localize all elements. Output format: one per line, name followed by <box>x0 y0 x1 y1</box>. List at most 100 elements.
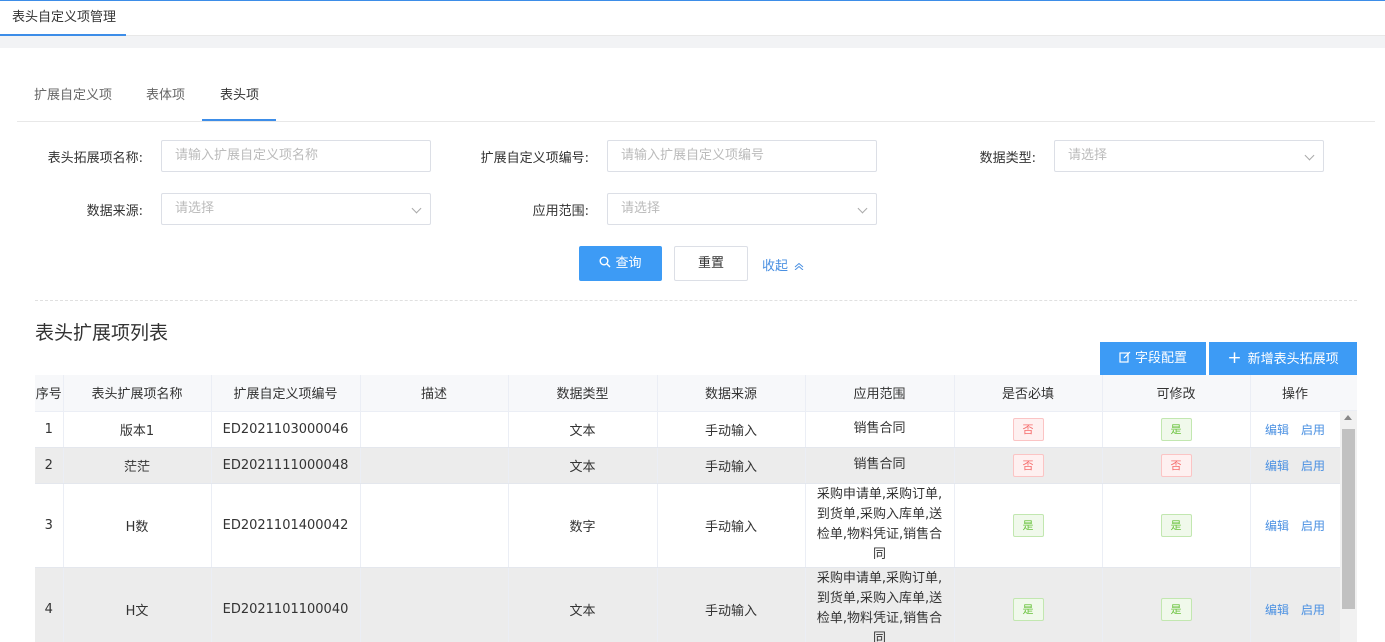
status-badge: 是 <box>1160 513 1192 537</box>
reset-button[interactable]: 重置 <box>674 246 748 281</box>
cell-name: H文 <box>63 567 212 642</box>
status-badge: 是 <box>1160 597 1192 621</box>
cell-actions: 编辑 启用 <box>1250 411 1341 448</box>
status-badge: 是 <box>1012 513 1044 537</box>
scrollbar-thumb[interactable] <box>1342 429 1355 609</box>
table-row[interactable]: 3 H数 ED2021101400042 数字 手动输入 采购申请单,采购订单,… <box>35 483 1341 568</box>
cell-required: 否 <box>954 411 1103 448</box>
cell-code: ED2021101100040 <box>211 567 361 642</box>
cell-desc <box>360 483 509 568</box>
list-title: 表头扩展项列表 <box>35 322 169 344</box>
source-filter-label: 数据来源: <box>86 204 143 219</box>
cell-source: 手动输入 <box>657 447 806 484</box>
collapse-label: 收起 <box>762 259 789 274</box>
cell-required: 是 <box>954 567 1103 642</box>
cell-type: 文本 <box>508 447 658 484</box>
cell-no: 4 <box>35 567 64 642</box>
table-header-filler <box>1340 375 1357 411</box>
cell-scope: 销售合同 <box>805 447 955 484</box>
cell-no: 1 <box>35 411 64 448</box>
edit-link[interactable]: 编辑 <box>1265 459 1289 473</box>
cell-source: 手动输入 <box>657 483 806 568</box>
cell-code: ED2021103000046 <box>211 411 361 448</box>
type-filter-select[interactable]: 请选择 <box>1054 140 1324 172</box>
cell-editable: 是 <box>1102 567 1251 642</box>
cell-source: 手动输入 <box>657 411 806 448</box>
cell-desc <box>360 567 509 642</box>
table-scrollbar[interactable] <box>1340 411 1357 642</box>
cell-type: 数字 <box>508 483 658 568</box>
edit-link[interactable]: 编辑 <box>1265 603 1289 617</box>
sub-tabs: 扩展自定义项 表体项 表头项 <box>17 48 1375 122</box>
name-filter-label: 表头拓展项名称: <box>47 151 143 166</box>
status-badge: 否 <box>1160 453 1192 477</box>
cell-desc <box>360 447 509 484</box>
table-row[interactable]: 4 H文 ED2021101100040 文本 手动输入 采购申请单,采购订单,… <box>35 567 1341 642</box>
top-tab-header-custom-items[interactable]: 表头自定义项管理 <box>0 1 126 36</box>
cell-name: H数 <box>63 483 212 568</box>
cell-required: 否 <box>954 447 1103 484</box>
name-filter-input[interactable]: 请输入扩展自定义项名称 <box>161 140 431 172</box>
cell-desc <box>360 411 509 448</box>
active-tab-indicator <box>202 119 276 121</box>
chevron-down-icon <box>411 203 422 214</box>
divider-strip <box>0 36 1385 48</box>
search-button[interactable]: 查询 <box>579 246 662 281</box>
status-badge: 否 <box>1012 453 1044 477</box>
edit-icon <box>1119 351 1131 363</box>
plus-icon: + <box>1227 348 1242 368</box>
tab-body-items[interactable]: 表体项 <box>146 84 185 103</box>
chevron-down-icon <box>857 203 868 214</box>
collapse-link[interactable]: 收起 <box>762 255 804 274</box>
enable-link[interactable]: 启用 <box>1301 519 1325 533</box>
cell-editable: 是 <box>1102 483 1251 568</box>
cell-type: 文本 <box>508 567 658 642</box>
cell-actions: 编辑 启用 <box>1250 447 1341 484</box>
section-divider <box>35 300 1357 301</box>
col-header: 是否必填 <box>954 375 1103 412</box>
col-header: 可修改 <box>1102 375 1251 412</box>
table-row[interactable]: 2 茫茫 ED2021111000048 文本 手动输入 销售合同 否 否 编辑… <box>35 447 1341 484</box>
search-button-label: 查询 <box>615 256 642 271</box>
scroll-up-arrow-icon[interactable] <box>1344 415 1352 420</box>
code-filter-input[interactable]: 请输入扩展自定义项编号 <box>607 140 877 172</box>
table-row[interactable]: 1 版本1 ED2021103000046 文本 手动输入 销售合同 否 是 编… <box>35 411 1341 448</box>
cell-code: ED2021101400042 <box>211 483 361 568</box>
status-badge: 否 <box>1012 417 1044 441</box>
search-icon <box>599 256 611 268</box>
status-badge: 是 <box>1012 597 1044 621</box>
add-header-item-label: 新增表头拓展项 <box>1247 352 1339 367</box>
field-config-label: 字段配置 <box>1134 351 1187 366</box>
col-header: 数据来源 <box>657 375 806 412</box>
edit-link[interactable]: 编辑 <box>1265 519 1289 533</box>
tab-header-items[interactable]: 表头项 <box>220 84 259 103</box>
col-header: 描述 <box>360 375 509 412</box>
code-filter-label: 扩展自定义项编号: <box>480 151 589 166</box>
cell-editable: 是 <box>1102 411 1251 448</box>
cell-scope: 销售合同 <box>805 411 955 448</box>
scope-filter-select[interactable]: 请选择 <box>607 193 877 225</box>
enable-link[interactable]: 启用 <box>1301 603 1325 617</box>
field-config-button[interactable]: 字段配置 <box>1100 342 1206 375</box>
source-filter-placeholder: 请选择 <box>175 201 215 216</box>
cell-no: 3 <box>35 483 64 568</box>
cell-scope: 采购申请单,采购订单,到货单,采购入库单,送检单,物料凭证,销售合同 <box>805 567 955 642</box>
edit-link[interactable]: 编辑 <box>1265 423 1289 437</box>
enable-link[interactable]: 启用 <box>1301 459 1325 473</box>
cell-code: ED2021111000048 <box>211 447 361 484</box>
header-items-table: 序号 表头扩展项名称 扩展自定义项编号 描述 数据类型 数据来源 应用范围 是否… <box>35 375 1357 642</box>
enable-link[interactable]: 启用 <box>1301 423 1325 437</box>
cell-type: 文本 <box>508 411 658 448</box>
chevron-down-icon <box>1304 150 1315 161</box>
source-filter-select[interactable]: 请选择 <box>161 193 431 225</box>
add-header-item-button[interactable]: + 新增表头拓展项 <box>1209 342 1357 375</box>
cell-name: 版本1 <box>63 411 212 448</box>
tab-extended-custom[interactable]: 扩展自定义项 <box>34 84 112 103</box>
col-header: 序号 <box>35 375 64 412</box>
cell-scope: 采购申请单,采购订单,到货单,采购入库单,送检单,物料凭证,销售合同 <box>805 483 955 568</box>
top-tab-bar: 表头自定义项管理 <box>0 0 1385 36</box>
col-header: 表头扩展项名称 <box>63 375 212 412</box>
cell-actions: 编辑 启用 <box>1250 567 1341 642</box>
type-filter-placeholder: 请选择 <box>1068 148 1108 163</box>
scope-filter-placeholder: 请选择 <box>621 201 661 216</box>
